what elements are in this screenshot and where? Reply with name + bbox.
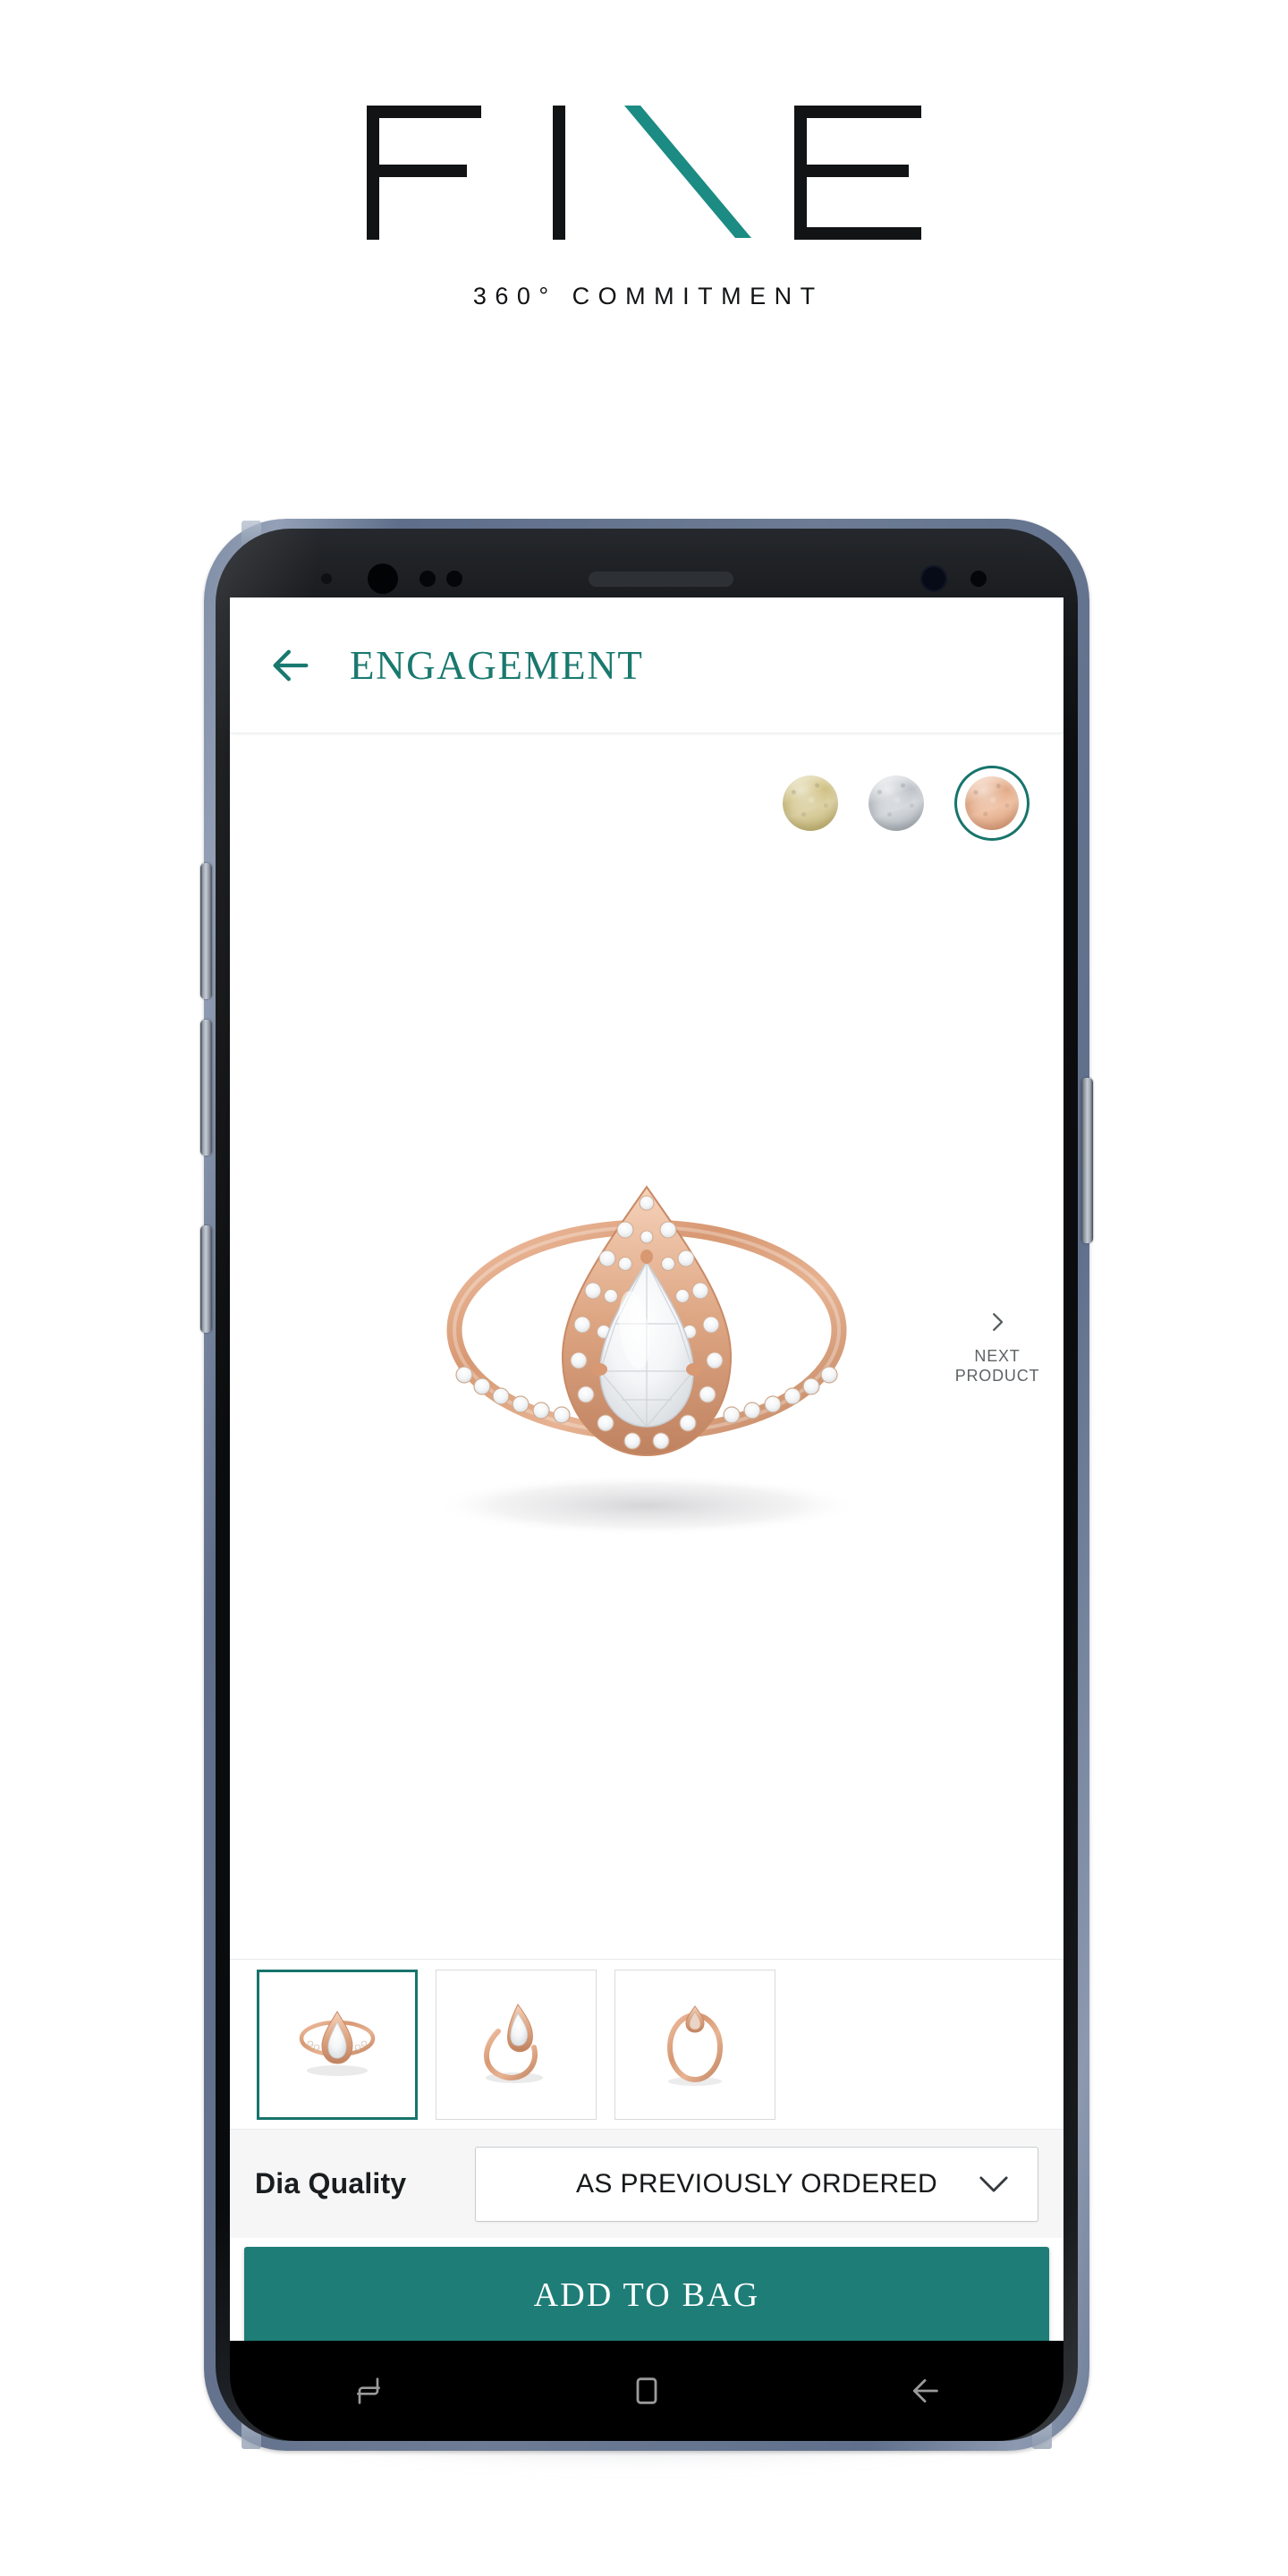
page-title: ENGAGEMENT [350, 642, 644, 688]
next-product-button[interactable]: NEXT PRODUCT [947, 1306, 1047, 1386]
swatch-rose-gold-chip [965, 776, 1019, 830]
chevron-down-icon [979, 2176, 1008, 2191]
thumbnail-1-image [299, 2010, 376, 2076]
engagement-ring-illustration [432, 1185, 861, 1536]
earpiece-speaker [589, 572, 733, 587]
swatch-texture [783, 775, 838, 831]
volume-up-button[interactable] [200, 863, 212, 999]
recents-icon [357, 2377, 381, 2404]
dia-quality-select[interactable]: AS PREVIOUSLY ORDERED [475, 2146, 1038, 2222]
front-camera-icon [920, 565, 947, 592]
fine-logo [358, 106, 930, 249]
dia-quality-value: AS PREVIOUSLY ORDERED [575, 2168, 938, 2199]
product-viewer: NEXT PRODUCT [230, 733, 1063, 1959]
back-arrow-icon[interactable] [267, 642, 314, 689]
swatch-white-gold-chip [869, 775, 924, 831]
status-led-icon [970, 571, 987, 587]
ir-led-icon [446, 571, 462, 587]
next-product-line-1: NEXT [974, 1347, 1021, 1366]
phone-mockup-stage: ENGAGEMENT NEXT PRODUCT Dia Quality AS P… [0, 501, 1288, 2576]
smartphone-device: ENGAGEMENT NEXT PRODUCT Dia Quality AS P… [200, 519, 1093, 2451]
fine-logo-mark [367, 106, 921, 240]
brand-tagline: 360° COMMITMENT [472, 283, 824, 309]
light-sensor-icon [419, 571, 436, 587]
home-button[interactable] [593, 2360, 700, 2422]
swatch-rose-gold[interactable] [954, 766, 1030, 841]
thumbnail-2[interactable] [436, 1969, 597, 2120]
iris-scanner-icon [368, 564, 398, 594]
thumbnail-3[interactable] [614, 1969, 775, 2120]
next-product-line-2: PRODUCT [954, 1367, 1040, 1385]
chevron-right-icon [993, 1313, 1004, 1331]
thumbnail-2-image [484, 2003, 543, 2083]
swatch-yellow-gold-chip [783, 775, 838, 831]
recents-button[interactable] [315, 2360, 422, 2422]
home-square-icon [636, 2377, 657, 2404]
swatch-texture [869, 775, 924, 831]
android-navigation-bar [230, 2341, 1063, 2441]
app-header: ENGAGEMENT [230, 597, 1063, 733]
device-top-bezel [216, 529, 1078, 607]
metal-color-selector [783, 766, 1030, 841]
swatch-white-gold[interactable] [869, 775, 924, 831]
system-back-button[interactable] [871, 2360, 979, 2422]
thumbnail-1[interactable] [257, 1969, 418, 2120]
thumbnail-strip [230, 1959, 1063, 2129]
power-button[interactable] [1081, 1078, 1093, 1243]
swatch-yellow-gold[interactable] [783, 775, 838, 831]
back-arrow-icon [912, 2378, 938, 2403]
volume-down-button[interactable] [200, 1020, 212, 1156]
thumbnail-3-image [667, 2004, 723, 2086]
swatch-texture [965, 776, 1019, 830]
product-hero-image[interactable] [230, 733, 1063, 1959]
brand-header: 360° COMMITMENT [0, 0, 1288, 310]
proximity-sensor-icon [321, 573, 332, 584]
phone-screen: ENGAGEMENT NEXT PRODUCT Dia Quality AS P… [230, 597, 1063, 2372]
dia-quality-row: Dia Quality AS PREVIOUSLY ORDERED [230, 2129, 1063, 2238]
add-to-bag-button[interactable]: ADD TO BAG [244, 2247, 1049, 2343]
dia-quality-label: Dia Quality [255, 2167, 407, 2199]
assistant-button[interactable] [200, 1225, 212, 1333]
